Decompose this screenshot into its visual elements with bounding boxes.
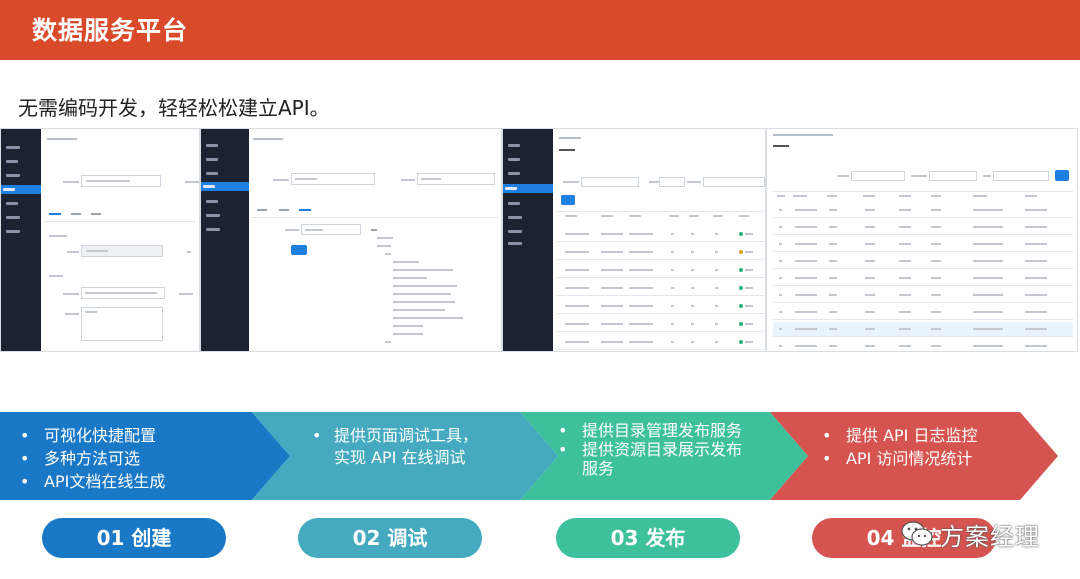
slide: 数据服务平台 无需编码开发，轻轻松松建立API。 • 可视化快捷配置 • 多种方… (0, 0, 1080, 579)
step-create-bullet: • API文档在线生成 (20, 472, 166, 491)
step-debug-label: 02 调试 (298, 518, 482, 558)
step-create-panel: • 可视化快捷配置 • 多种方法可选 • API文档在线生成 (0, 412, 290, 500)
step-publish-bullet: • 提供目录管理发布服务 (558, 421, 743, 440)
step-debug-bullet: • 提供页面调试工具，实现 API 在线调试 (312, 426, 479, 467)
step-create-bullet: • 多种方法可选 (20, 449, 141, 468)
step-publish-bullet: • 提供资源目录展示发布服务 (558, 440, 743, 478)
step-monitor-bullet: • API 访问情况统计 (822, 449, 973, 468)
step-create-label: 01 创建 (42, 518, 226, 558)
step-publish-bullets: • 提供目录管理发布服务 • 提供资源目录展示发布服务 (558, 421, 758, 478)
step-debug-panel: • 提供页面调试工具，实现 API 在线调试 (290, 412, 558, 500)
step-publish-panel: • 提供目录管理发布服务 • 提供资源目录展示发布服务 (558, 412, 808, 500)
watermark-text: 方案经理 (940, 522, 1040, 551)
wechat-icon (900, 520, 934, 548)
step-monitor-panel: • 提供 API 日志监控 • API 访问情况统计 (808, 412, 1058, 500)
step-publish-label: 03 发布 (556, 518, 740, 558)
step-create-bullet: • 可视化快捷配置 (20, 426, 157, 445)
step-monitor-bullet: • 提供 API 日志监控 (822, 426, 978, 445)
watermark: 方案经理 (900, 516, 1040, 552)
